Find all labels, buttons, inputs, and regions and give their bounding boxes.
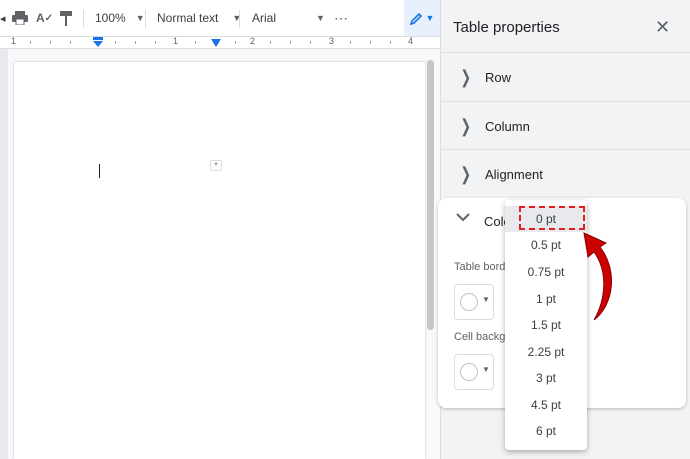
border-width-option[interactable]: 2.25 pt [505, 339, 587, 365]
ruler-tick [155, 41, 156, 44]
caret-down-icon: ▼ [316, 13, 325, 23]
panel-title: Table properties [453, 19, 560, 36]
border-width-option[interactable]: 6 pt [505, 418, 587, 444]
ruler-tick [350, 41, 351, 44]
toolbar: ◂ A ✓ 100% ▼ Normal text ▼ Arial ▼ ⋯ ▼ [0, 0, 440, 37]
right-indent-marker[interactable] [211, 39, 221, 47]
caret-down-icon: ▼ [135, 13, 145, 23]
border-color-button[interactable]: ▼ [454, 284, 494, 320]
more-icon[interactable]: ⋯ [334, 0, 348, 36]
caret-down-icon: ▼ [425, 13, 435, 23]
paint-format-icon[interactable] [60, 0, 72, 36]
table-cell-menu-icon[interactable]: ▼ [210, 160, 222, 171]
ruler-tick [310, 41, 311, 44]
selected-option-highlight [519, 206, 585, 230]
caret-down-icon: ▼ [482, 365, 490, 374]
color-swatch-icon [460, 363, 478, 381]
ruler-number: 4 [408, 36, 414, 46]
zoom-value: 100% [95, 11, 126, 25]
ruler-tick [30, 41, 31, 44]
ruler-tick [370, 41, 371, 44]
ruler-tick [70, 41, 71, 44]
cell-background-label: Cell backgr [454, 331, 510, 343]
chevron-right-icon: ❯ [460, 66, 472, 87]
chevron-right-icon: ❯ [460, 115, 472, 136]
document-page[interactable] [14, 62, 425, 459]
color-swatch-icon [460, 293, 478, 311]
print-icon[interactable] [12, 0, 28, 36]
section-label: Column [485, 118, 530, 134]
close-icon[interactable]: ✕ [655, 18, 670, 36]
vertical-scrollbar[interactable] [427, 60, 434, 330]
table-border-label: Table borde [454, 261, 512, 273]
border-width-dropdown: 0 pt 0.5 pt 0.75 pt 1 pt 1.5 pt 2.25 pt … [505, 200, 587, 450]
ruler-tick [390, 41, 391, 44]
style-select[interactable]: Normal text ▼ [157, 0, 241, 36]
section-column[interactable]: ❯ Column [441, 101, 690, 150]
ruler: 1 1 2 3 4 [0, 36, 440, 49]
font-select[interactable]: Arial ▼ [252, 0, 325, 36]
border-width-option[interactable]: 4.5 pt [505, 392, 587, 418]
font-value: Arial [252, 11, 277, 25]
zoom-select[interactable]: 100% ▼ [95, 0, 145, 36]
section-label: Row [485, 69, 512, 85]
section-label: Alignment [485, 166, 543, 182]
border-width-option[interactable]: 1 pt [505, 286, 587, 312]
left-indent-marker[interactable] [93, 37, 103, 47]
border-width-option[interactable]: 0.5 pt [505, 232, 587, 258]
ruler-number: 1 [173, 36, 179, 46]
chevron-down-icon[interactable] [456, 212, 470, 222]
ruler-tick [115, 41, 116, 44]
toolbar-divider [145, 10, 146, 28]
edit-pencil-icon[interactable]: ▼ [404, 0, 440, 36]
border-width-option[interactable]: 3 pt [505, 365, 587, 391]
left-margin-strip [0, 49, 8, 459]
ruler-tick [50, 41, 51, 44]
ruler-tick [235, 41, 236, 44]
ruler-tick [290, 41, 291, 44]
style-value: Normal text [157, 11, 219, 25]
redo-icon[interactable]: ◂ [0, 0, 6, 36]
border-width-option[interactable]: 1.5 pt [505, 312, 587, 338]
text-cursor [99, 164, 100, 178]
section-alignment[interactable]: ❯ Alignment [441, 149, 690, 198]
chevron-right-icon: ❯ [460, 163, 472, 184]
toolbar-divider [239, 10, 240, 28]
ruler-tick [135, 41, 136, 44]
cell-background-color-button[interactable]: ▼ [454, 354, 494, 390]
caret-down-icon: ▼ [482, 295, 490, 304]
ruler-number: 3 [329, 36, 335, 46]
toolbar-divider [83, 10, 84, 28]
border-width-option[interactable]: 0.75 pt [505, 259, 587, 285]
ruler-tick [270, 41, 271, 44]
ruler-number: 1 [11, 36, 17, 46]
ruler-tick [195, 41, 196, 44]
spellcheck-icon[interactable]: A ✓ [36, 0, 53, 36]
annotation-arrow-icon [583, 232, 612, 321]
section-row[interactable]: ❯ Row [441, 52, 690, 101]
ruler-number: 2 [250, 36, 256, 46]
